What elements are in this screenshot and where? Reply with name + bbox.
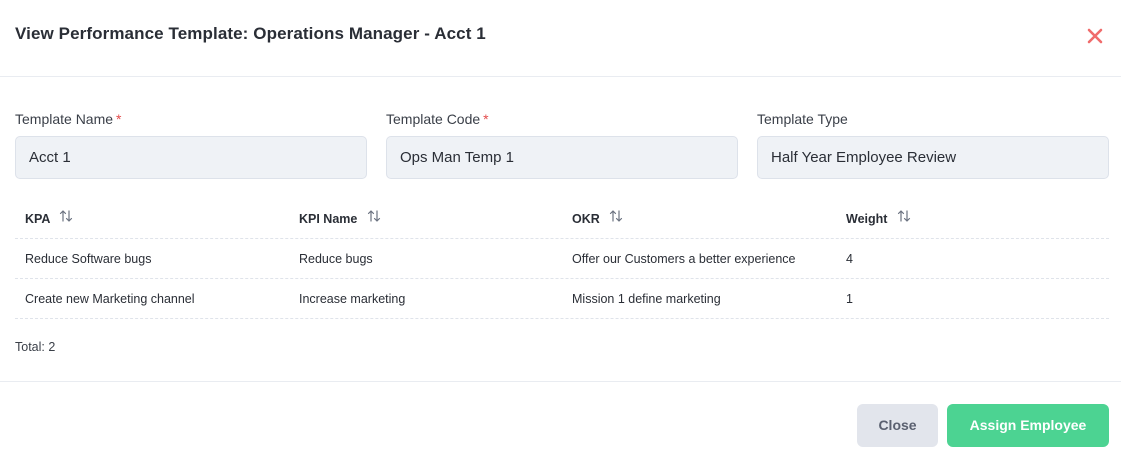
table-total: Total: 2 [15,340,56,354]
cell-kpa: Create new Marketing channel [25,292,195,306]
close-button[interactable]: Close [857,404,938,447]
cell-okr: Mission 1 define marketing [572,292,721,306]
template-type-field-group: Template Type Half Year Employee Review [757,110,1109,179]
template-name-label: Template Name * [15,111,122,127]
performance-template-modal: View Performance Template: Operations Ma… [0,0,1121,460]
cell-kpa: Reduce Software bugs [25,252,152,266]
assign-employee-button[interactable]: Assign Employee [947,404,1109,447]
table-row[interactable]: Create new Marketing channel Increase ma… [15,279,1109,319]
column-header-kpi-name[interactable]: KPI Name [299,199,381,239]
cell-kpi-name: Reduce bugs [299,252,373,266]
template-type-label: Template Type [757,111,848,127]
footer-divider [0,381,1121,382]
cell-weight: 4 [846,252,853,266]
column-header-okr[interactable]: OKR [572,199,623,239]
table-header-row: KPA KPI Name OKR Weight [15,199,1109,239]
cell-weight: 1 [846,292,853,306]
required-mark: * [483,111,489,127]
table-row[interactable]: Reduce Software bugs Reduce bugs Offer o… [15,239,1109,279]
template-code-input[interactable]: Ops Man Temp 1 [386,136,738,179]
column-header-weight[interactable]: Weight [846,199,911,239]
template-code-label: Template Code * [386,111,489,127]
modal-header: View Performance Template: Operations Ma… [0,0,1121,77]
sort-arrows-icon[interactable] [367,199,381,239]
template-name-field-group: Template Name * Acct 1 [15,110,367,179]
close-x-icon[interactable] [1084,25,1106,47]
sort-arrows-icon[interactable] [59,199,73,239]
column-header-kpa[interactable]: KPA [25,199,73,239]
cell-kpi-name: Increase marketing [299,292,406,306]
template-type-input[interactable]: Half Year Employee Review [757,136,1109,179]
template-code-field-group: Template Code * Ops Man Temp 1 [386,110,738,179]
required-mark: * [116,111,122,127]
template-name-input[interactable]: Acct 1 [15,136,367,179]
kpa-table: KPA KPI Name OKR Weight Reduce Software … [15,199,1109,319]
template-fields: Template Name * Acct 1 Template Code * Ops… [15,110,1109,180]
sort-arrows-icon[interactable] [897,199,911,239]
cell-okr: Offer our Customers a better experience [572,252,796,266]
sort-arrows-icon[interactable] [609,199,623,239]
modal-title: View Performance Template: Operations Ma… [15,24,486,43]
